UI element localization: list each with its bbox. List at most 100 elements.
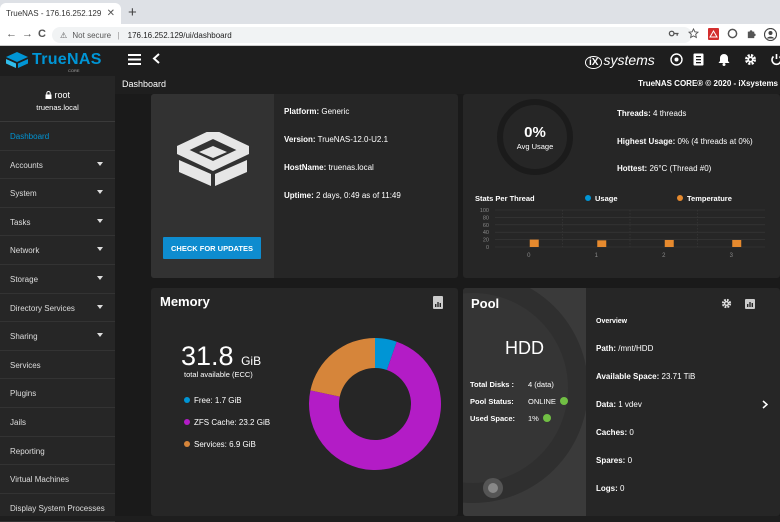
sidebar-item-accounts[interactable]: Accounts — [0, 151, 115, 180]
caret-down-icon — [97, 304, 103, 309]
sidebar-item-label: Directory Services — [10, 303, 75, 313]
memory-donut-chart — [309, 338, 441, 470]
sidebar-item-label: Jails — [10, 417, 27, 427]
temperature-legend-label: Temperature — [687, 194, 732, 203]
pool-path-value: /mnt/HDD — [618, 344, 654, 353]
close-tab-icon[interactable]: ✕ — [107, 8, 115, 19]
truenas-mark-icon — [177, 132, 249, 186]
sidebar-item-virtual-machines[interactable]: Virtual Machines — [0, 465, 115, 494]
pool-settings-icon[interactable] — [721, 296, 732, 314]
key-icon[interactable] — [668, 28, 679, 42]
profile-icon[interactable] — [763, 27, 778, 44]
threads-value: 4 threads — [653, 109, 687, 118]
sidebar: root truenas.local Dashboard Accounts Syst… — [0, 76, 115, 522]
pool-spares-value: 0 — [627, 456, 633, 465]
temperature-bar — [529, 239, 539, 247]
sidebar-item-reporting[interactable]: Reporting — [0, 437, 115, 466]
browser-tab-bar: TrueNAS - 176.16.252.129 ✕ + — [0, 0, 780, 24]
pool-spares-row: Spares: 0 — [596, 456, 633, 465]
breadcrumb-bar: Dashboard TrueNAS CORE® © 2020 - iXsyste… — [115, 76, 780, 94]
memory-free-legend: Free: 1.7 GiB — [184, 396, 242, 405]
hostname: truenas.local — [36, 103, 79, 112]
sidebar-item-sharing[interactable]: Sharing — [0, 322, 115, 351]
ixsystems-logo[interactable]: iX systems — [585, 52, 655, 69]
pool-data-row[interactable]: Data: 1 vdev — [596, 400, 776, 409]
sidebar-item-label: Sharing — [10, 332, 38, 342]
truecommand-icon[interactable] — [670, 53, 683, 69]
warning-icon: ⚠ — [60, 31, 68, 40]
sidebar-item-network[interactable]: Network — [0, 236, 115, 265]
sidebar-item-directory-services[interactable]: Directory Services — [0, 294, 115, 323]
memory-report-icon[interactable] — [433, 296, 443, 309]
new-tab-button[interactable]: + — [128, 4, 137, 21]
puzzle-icon[interactable] — [746, 28, 757, 42]
browser-tab[interactable]: TrueNAS - 176.16.252.129 ✕ — [0, 3, 121, 24]
url-input[interactable]: ⚠ Not secure | 176.16.252.129/ui/dashboa… — [52, 27, 692, 43]
temperature-bar — [732, 239, 742, 247]
pool-path-row: Path: /mnt/HDD — [596, 344, 654, 353]
pool-report-icon[interactable] — [745, 296, 755, 314]
gear-icon[interactable] — [744, 53, 757, 69]
username: root — [54, 90, 71, 100]
pool-logs-value: 0 — [620, 484, 625, 493]
power-icon[interactable] — [770, 53, 780, 69]
reload-icon[interactable]: C — [38, 28, 46, 40]
sidebar-item-storage[interactable]: Storage — [0, 265, 115, 294]
collapse-sidebar-icon[interactable] — [152, 51, 161, 68]
caret-down-icon — [97, 190, 103, 195]
url-text: 176.16.252.129/ui/dashboard — [127, 31, 232, 40]
sidebar-item-plugins[interactable]: Plugins — [0, 379, 115, 408]
pool-status-row: Pool Status: ONLINE — [470, 397, 568, 406]
sidebar-item-label: Reporting — [10, 446, 45, 456]
tab-title: TrueNAS - 176.16.252.129 — [6, 9, 102, 18]
sidebar-item-display-system-processes[interactable]: Display System Processes — [0, 494, 115, 522]
sidebar-item-services[interactable]: Services — [0, 351, 115, 380]
y-tick-label: 0 — [486, 245, 489, 251]
pdf-extension-icon[interactable] — [708, 28, 719, 43]
hottest-value: 26°C (Thread #0) — [649, 164, 712, 173]
x-tick-label: 2 — [662, 253, 666, 259]
menu-icon[interactable] — [128, 52, 141, 69]
zfs-value: 23.2 GiB — [238, 418, 271, 427]
back-icon[interactable]: ← — [6, 28, 17, 40]
truenas-logo[interactable]: TrueNAS CORE — [6, 50, 114, 73]
url-separator: | — [117, 31, 120, 40]
lock-icon — [45, 91, 52, 99]
platform-value: Generic — [321, 107, 350, 116]
pool-disk-image: Pool HDD Total Disks :4 (data) Pool Stat… — [463, 288, 586, 516]
y-tick-label: 80 — [483, 215, 489, 221]
cpu-avg-label: Avg Usage — [516, 142, 554, 151]
check-for-updates-button[interactable]: CHECK FOR UPDATES — [163, 237, 261, 259]
used-space-row: Used Space: 1% — [470, 414, 551, 423]
hottest-row: Hottest: 26°C (Thread #0) — [617, 164, 712, 173]
sidebar-item-dashboard[interactable]: Dashboard — [0, 122, 115, 151]
y-tick-label: 60 — [483, 223, 489, 229]
sidebar-item-label: System — [10, 189, 37, 199]
bell-icon[interactable] — [718, 53, 730, 69]
memory-total-value: 31.8 — [181, 341, 234, 371]
pool-caches-value: 0 — [629, 428, 634, 437]
check-circle-icon — [559, 397, 568, 405]
sidebar-item-jails[interactable]: Jails — [0, 408, 115, 437]
caret-down-icon — [97, 333, 103, 338]
thread-stats-chart: 1008060402000 1 2 3 — [480, 208, 765, 259]
star-icon[interactable] — [687, 27, 700, 42]
nav-list: Dashboard Accounts System Tasks Network Stora… — [0, 122, 115, 522]
pool-status-value: ONLINE — [528, 397, 556, 406]
logo-subtext: CORE — [68, 68, 80, 73]
zfs-dot — [184, 419, 190, 425]
sidebar-item-label: Services — [10, 360, 41, 370]
memory-zfs-legend: ZFS Cache: 23.2 GiB — [184, 418, 270, 427]
directory-services-icon[interactable] — [693, 53, 704, 69]
forward-icon[interactable]: → — [22, 28, 33, 40]
sidebar-item-system[interactable]: System — [0, 179, 115, 208]
temperature-bar — [664, 239, 674, 247]
sidebar-item-label: Storage — [10, 274, 39, 284]
total-disks-row: Total Disks :4 (data) — [470, 380, 554, 389]
sidebar-item-label: Accounts — [10, 160, 43, 170]
copyright: TrueNAS CORE® © 2020 - iXsystems — [638, 79, 778, 88]
extension-icon[interactable] — [727, 28, 738, 42]
caret-down-icon — [97, 218, 103, 223]
pool-card: Pool HDD Total Disks :4 (data) Pool Stat… — [463, 288, 780, 516]
sidebar-item-tasks[interactable]: Tasks — [0, 208, 115, 237]
